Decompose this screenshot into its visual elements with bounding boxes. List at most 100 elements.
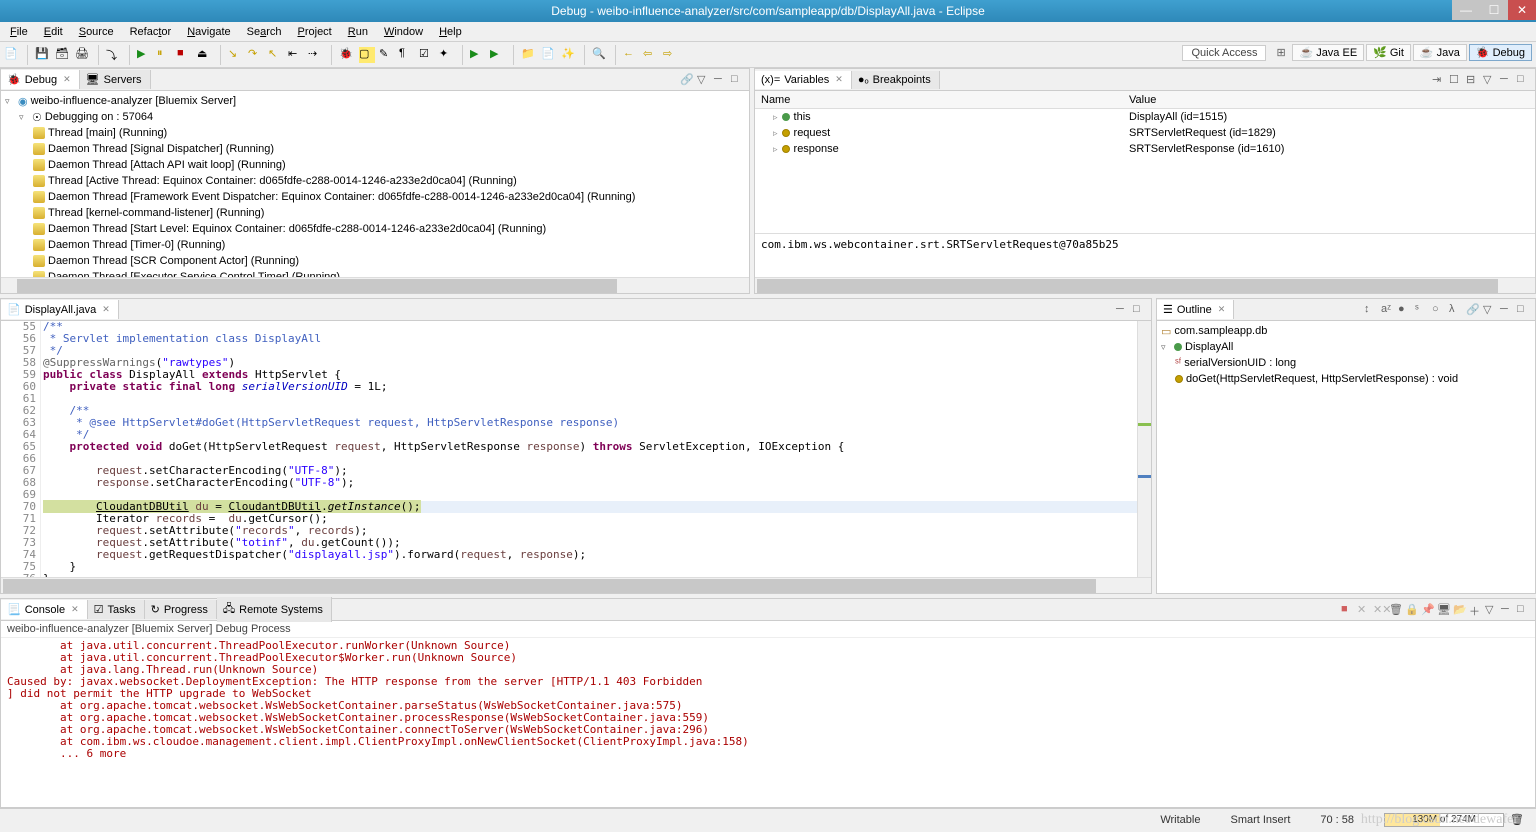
pin-icon[interactable]: 📌 <box>1421 603 1435 617</box>
run-icon[interactable]: ▶ <box>470 47 486 63</box>
tab-variables[interactable]: (x)= Variables✕ <box>755 71 852 89</box>
scrollbar-h[interactable] <box>1 577 1151 593</box>
tab-editor-file[interactable]: 📄 DisplayAll.java✕ <box>1 300 119 319</box>
menu-refactor[interactable]: Refactor <box>124 24 178 40</box>
menu-search[interactable]: Search <box>241 24 288 40</box>
remove-icon[interactable]: ✕ <box>1357 603 1371 617</box>
thread-row[interactable]: Daemon Thread [Attach API wait loop] (Ru… <box>5 157 745 173</box>
tab-progress[interactable]: ↻ Progress <box>145 600 217 619</box>
stepreturn-icon[interactable]: ↖ <box>268 47 284 63</box>
removeall-icon[interactable]: ✕✕ <box>1373 603 1387 617</box>
viewmenu-icon[interactable]: ▽ <box>1483 303 1497 317</box>
heap-status[interactable]: 130M of 274M 🗑 <box>1384 813 1524 827</box>
tab-debug[interactable]: 🐞 Debug✕ <box>1 70 80 89</box>
thread-row[interactable]: Thread [main] (Running) <box>5 125 745 141</box>
scrolllock-icon[interactable]: 🔒 <box>1405 603 1419 617</box>
scrollbar-h[interactable] <box>1 277 749 293</box>
persp-git[interactable]: 🌿Git <box>1366 44 1411 61</box>
min-icon[interactable]: ─ <box>1501 603 1515 617</box>
thread-row[interactable]: Daemon Thread [Start Level: Equinox Cont… <box>5 221 745 237</box>
close-icon[interactable]: ✕ <box>63 74 71 85</box>
droptoframe-icon[interactable]: ⇤ <box>288 47 304 63</box>
link-icon[interactable]: 🔗 <box>680 73 694 87</box>
debug-icon[interactable]: 🐞 <box>339 47 355 63</box>
menu-source[interactable]: Source <box>73 24 120 40</box>
back-icon[interactable]: ⇦ <box>643 47 659 63</box>
link-icon[interactable]: 🔗 <box>1466 303 1480 317</box>
hidestatic-icon[interactable]: ˢ <box>1415 303 1429 317</box>
magic-icon[interactable]: ✨ <box>561 47 577 63</box>
suspend-icon[interactable]: ⏸ <box>157 47 173 63</box>
open-icon[interactable]: 📂 <box>1453 603 1467 617</box>
menu-help[interactable]: Help <box>433 24 468 40</box>
new-icon[interactable]: 📄 <box>4 47 20 63</box>
viewmenu-icon[interactable]: ▽ <box>1485 603 1499 617</box>
var-row[interactable]: ▹ thisDisplayAll (id=1515) <box>755 109 1535 125</box>
persp-debug[interactable]: 🐞Debug <box>1469 44 1532 61</box>
menu-project[interactable]: Project <box>292 24 338 40</box>
newcon-icon[interactable]: ＋ <box>1469 603 1483 617</box>
search-icon[interactable]: 🔍 <box>592 47 608 63</box>
close-icon[interactable]: ✕ <box>1218 304 1226 315</box>
hidefields-icon[interactable]: ● <box>1398 303 1412 317</box>
minimize-button[interactable]: — <box>1452 0 1480 20</box>
var-row[interactable]: ▹ requestSRTServletRequest (id=1829) <box>755 125 1535 141</box>
code-area[interactable]: /** * Servlet implementation class Displ… <box>41 321 1137 577</box>
terminate-icon[interactable]: ■ <box>177 47 193 63</box>
collapse-icon[interactable]: ⊟ <box>1466 73 1480 87</box>
clear-icon[interactable]: 🗑 <box>1389 603 1403 617</box>
thread-row[interactable]: Daemon Thread [Framework Event Dispatche… <box>5 189 745 205</box>
close-button[interactable]: ✕ <box>1508 0 1536 20</box>
tab-outline[interactable]: ☰ Outline✕ <box>1157 300 1234 319</box>
stepinto-icon[interactable]: ↘ <box>228 47 244 63</box>
showtype-icon[interactable]: ⇥ <box>1432 73 1446 87</box>
thread-row[interactable]: Daemon Thread [Timer-0] (Running) <box>5 237 745 253</box>
thread-row[interactable]: Daemon Thread [Signal Dispatcher] (Runni… <box>5 141 745 157</box>
newpkg-icon[interactable]: 📁 <box>521 47 537 63</box>
close-icon[interactable]: ✕ <box>102 304 110 315</box>
persp-java[interactable]: ☕Java <box>1413 44 1467 61</box>
hidenonpub-icon[interactable]: ○ <box>1432 303 1446 317</box>
maximize-button[interactable]: ☐ <box>1480 0 1508 20</box>
gc-icon[interactable]: 🗑 <box>1510 813 1524 826</box>
display-icon[interactable]: 🖥 <box>1437 603 1451 617</box>
newcls-icon[interactable]: 📄 <box>541 47 557 63</box>
console-output[interactable]: at java.util.concurrent.ThreadPoolExecut… <box>1 638 1535 807</box>
min-icon[interactable]: ─ <box>1116 303 1130 317</box>
save-icon[interactable]: 💾 <box>35 47 51 63</box>
max-icon[interactable]: □ <box>1133 303 1147 317</box>
disconnect-icon[interactable]: ⏏ <box>197 47 213 63</box>
max-icon[interactable]: □ <box>1517 603 1531 617</box>
wand-icon[interactable]: ✎ <box>379 47 395 63</box>
runext-icon[interactable]: ▶ <box>490 47 506 63</box>
menu-navigate[interactable]: Navigate <box>181 24 236 40</box>
az-icon[interactable]: aᶻ <box>1381 303 1395 317</box>
tab-tasks[interactable]: ☑ Tasks <box>88 600 145 619</box>
thread-row[interactable]: Daemon Thread [SCR Component Actor] (Run… <box>5 253 745 269</box>
overview-ruler[interactable] <box>1137 321 1151 577</box>
saveall-icon[interactable]: 🗃 <box>55 47 71 63</box>
fwd-icon[interactable]: ⇨ <box>663 47 679 63</box>
stepfilter-icon[interactable]: ⇢ <box>308 47 324 63</box>
min-icon[interactable]: ─ <box>1500 303 1514 317</box>
thread-row[interactable]: Thread [kernel-command-listener] (Runnin… <box>5 205 745 221</box>
tab-console[interactable]: 📃 Console✕ <box>1 600 88 619</box>
viewmenu-icon[interactable]: ▽ <box>697 73 711 87</box>
menu-window[interactable]: Window <box>378 24 429 40</box>
lastedt-icon[interactable]: ← <box>623 47 639 63</box>
menu-edit[interactable]: Edit <box>38 24 69 40</box>
menu-run[interactable]: Run <box>342 24 374 40</box>
terminate-icon[interactable]: ■ <box>1341 603 1355 617</box>
logical-icon[interactable]: ☐ <box>1449 73 1463 87</box>
quick-access-input[interactable]: Quick Access <box>1182 45 1266 61</box>
close-icon[interactable]: ✕ <box>835 74 843 85</box>
para-icon[interactable]: ¶ <box>399 47 415 63</box>
skip-bp-icon[interactable]: ⤵ <box>106 47 122 63</box>
hl-icon[interactable]: ▢ <box>359 47 375 63</box>
persp-open-icon[interactable]: ⊞ <box>1276 46 1290 60</box>
persp-javaee[interactable]: ☕Java EE <box>1292 44 1364 61</box>
min-icon[interactable]: ─ <box>714 73 728 87</box>
min-icon[interactable]: ─ <box>1500 73 1514 87</box>
var-row[interactable]: ▹ responseSRTServletResponse (id=1610) <box>755 141 1535 157</box>
hidelocal-icon[interactable]: λ <box>1449 303 1463 317</box>
